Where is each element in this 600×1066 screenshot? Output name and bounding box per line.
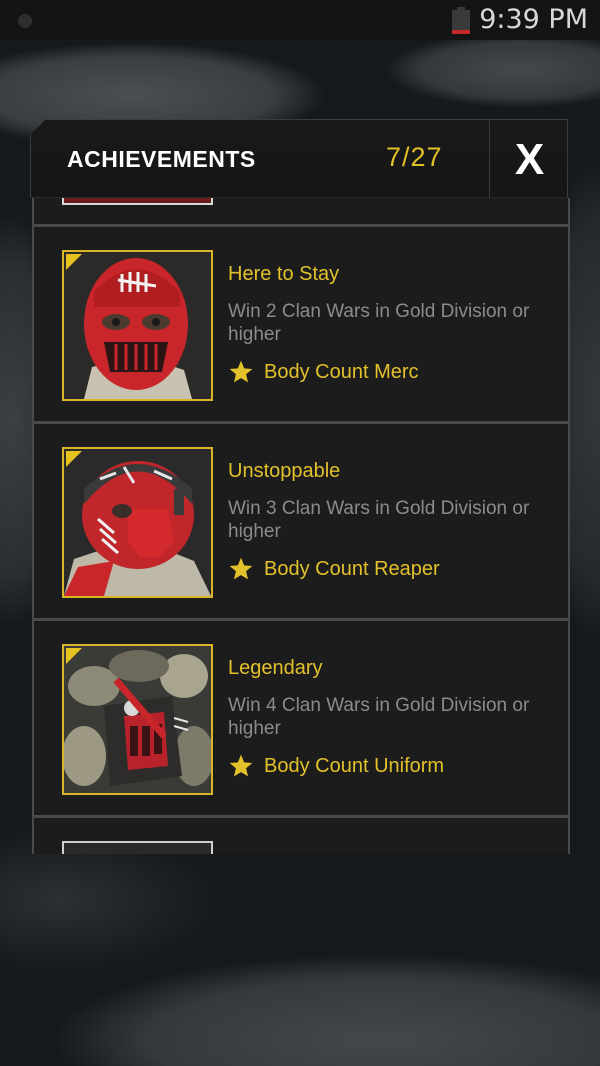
star-icon <box>229 557 253 580</box>
unlocked-flag-icon <box>66 648 82 664</box>
achievement-reward: Body Count Reaper <box>228 556 440 582</box>
achievement-thumbnail <box>62 841 213 854</box>
achievement-title: Legendary <box>228 657 323 679</box>
achievement-card[interactable]: Unstoppable Win 3 Clan Wars in Gold Divi… <box>32 423 570 620</box>
dialog-title: ACHIEVEMENTS <box>67 146 256 172</box>
achievement-thumbnail <box>62 250 213 401</box>
achievement-title: Here to Stay <box>228 263 340 285</box>
achievements-list[interactable]: Here to Stay Win 2 Clan Wars in Gold Div… <box>32 198 570 854</box>
unlocked-flag-icon <box>66 254 82 270</box>
achievement-reward: Body Count Uniform <box>228 753 444 779</box>
notification-dot-icon <box>18 14 32 28</box>
achievement-card[interactable] <box>32 817 570 854</box>
battery-low-icon <box>452 7 470 34</box>
red-helmet-soldier-icon <box>64 449 211 596</box>
achievement-thumbnail <box>62 447 213 598</box>
achievement-progress: 7/27 <box>386 142 443 172</box>
reward-label: Body Count Merc <box>264 360 419 383</box>
camo-uniform-icon <box>64 646 211 793</box>
achievement-card[interactable] <box>32 198 570 226</box>
achievement-description: Win 4 Clan Wars in Gold Division or high… <box>228 695 530 739</box>
status-bar: 9:39 PM <box>0 0 600 40</box>
star-icon <box>229 754 253 777</box>
red-skull-mask-icon <box>64 252 211 399</box>
star-icon <box>229 360 253 383</box>
achievement-title: Unstoppable <box>228 460 341 482</box>
achievement-description: Win 3 Clan Wars in Gold Division or high… <box>228 498 530 542</box>
unlocked-flag-icon <box>66 451 82 467</box>
status-time: 9:39 PM <box>479 4 588 35</box>
reward-label: Body Count Reaper <box>264 557 440 580</box>
achievement-description: Win 2 Clan Wars in Gold Division or high… <box>228 301 530 345</box>
achievement-thumbnail <box>62 644 213 795</box>
achievement-card[interactable]: Here to Stay Win 2 Clan Wars in Gold Div… <box>32 226 570 423</box>
close-button[interactable]: X <box>489 120 568 198</box>
reward-label: Body Count Uniform <box>264 754 445 777</box>
achievements-header: ACHIEVEMENTS 7/27 X <box>30 119 568 198</box>
achievement-reward: Body Count Merc <box>228 359 419 385</box>
achievement-thumbnail <box>62 198 213 205</box>
achievement-card[interactable]: Legendary Win 4 Clan Wars in Gold Divisi… <box>32 620 570 817</box>
